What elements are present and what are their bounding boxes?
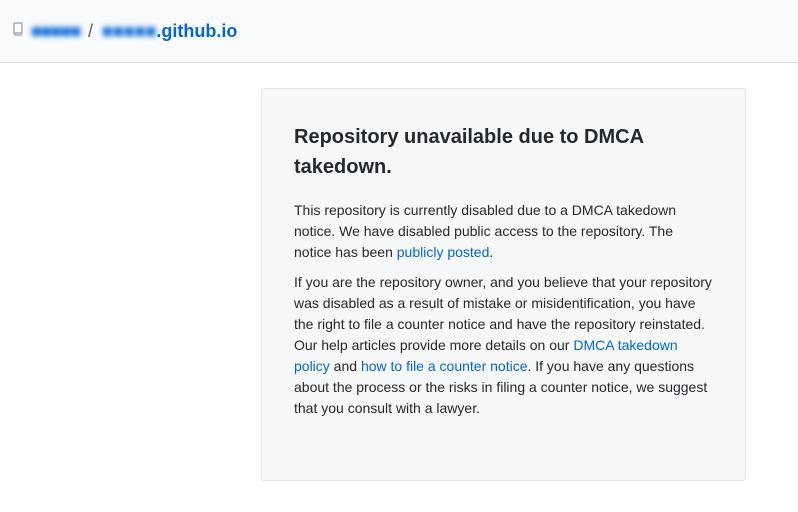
p2-text-b: and bbox=[329, 358, 361, 374]
path-separator: / bbox=[88, 21, 94, 41]
dmca-notice-box: Repository unavailable due to DMCA taked… bbox=[261, 88, 746, 481]
repo-name-blurred: ■■■■■ bbox=[102, 21, 157, 41]
repo-name-suffix: .github.io bbox=[156, 21, 238, 41]
repo-owner-link[interactable]: ■■■■■ bbox=[31, 20, 81, 42]
repo-icon bbox=[13, 22, 23, 36]
notice-paragraph-1: This repository is currently disabled du… bbox=[294, 200, 714, 263]
repo-header: ■■■■■ / ■■■■■.github.io bbox=[0, 0, 798, 63]
p1-end: . bbox=[489, 244, 494, 260]
notice-title: Repository unavailable due to DMCA taked… bbox=[294, 126, 644, 178]
counter-notice-link[interactable]: how to file a counter notice bbox=[361, 358, 528, 374]
repo-name-link[interactable]: ■■■■■.github.io bbox=[102, 20, 237, 42]
publicly-posted-link[interactable]: publicly posted bbox=[397, 244, 490, 260]
notice-paragraph-2: If you are the repository owner, and you… bbox=[294, 272, 714, 419]
